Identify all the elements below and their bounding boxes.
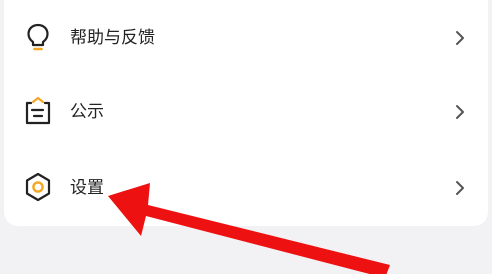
menu-item-settings[interactable]: 设置 bbox=[4, 158, 488, 218]
lightbulb-icon bbox=[22, 21, 54, 53]
menu-item-notice[interactable]: 公示 bbox=[4, 82, 488, 142]
menu-item-label: 设置 bbox=[70, 178, 104, 198]
menu-item-help-feedback[interactable]: 帮助与反馈 bbox=[4, 8, 488, 68]
notice-board-icon bbox=[22, 95, 54, 127]
menu-item-label: 帮助与反馈 bbox=[70, 28, 155, 48]
chevron-right-icon bbox=[450, 178, 470, 198]
screen: 帮助与反馈 公示 设置 bbox=[0, 0, 492, 274]
chevron-right-icon bbox=[450, 28, 470, 48]
menu-item-label: 公示 bbox=[70, 102, 104, 122]
menu-card: 帮助与反馈 公示 设置 bbox=[4, 0, 488, 226]
settings-hexagon-icon bbox=[22, 171, 54, 203]
chevron-right-icon bbox=[450, 102, 470, 122]
